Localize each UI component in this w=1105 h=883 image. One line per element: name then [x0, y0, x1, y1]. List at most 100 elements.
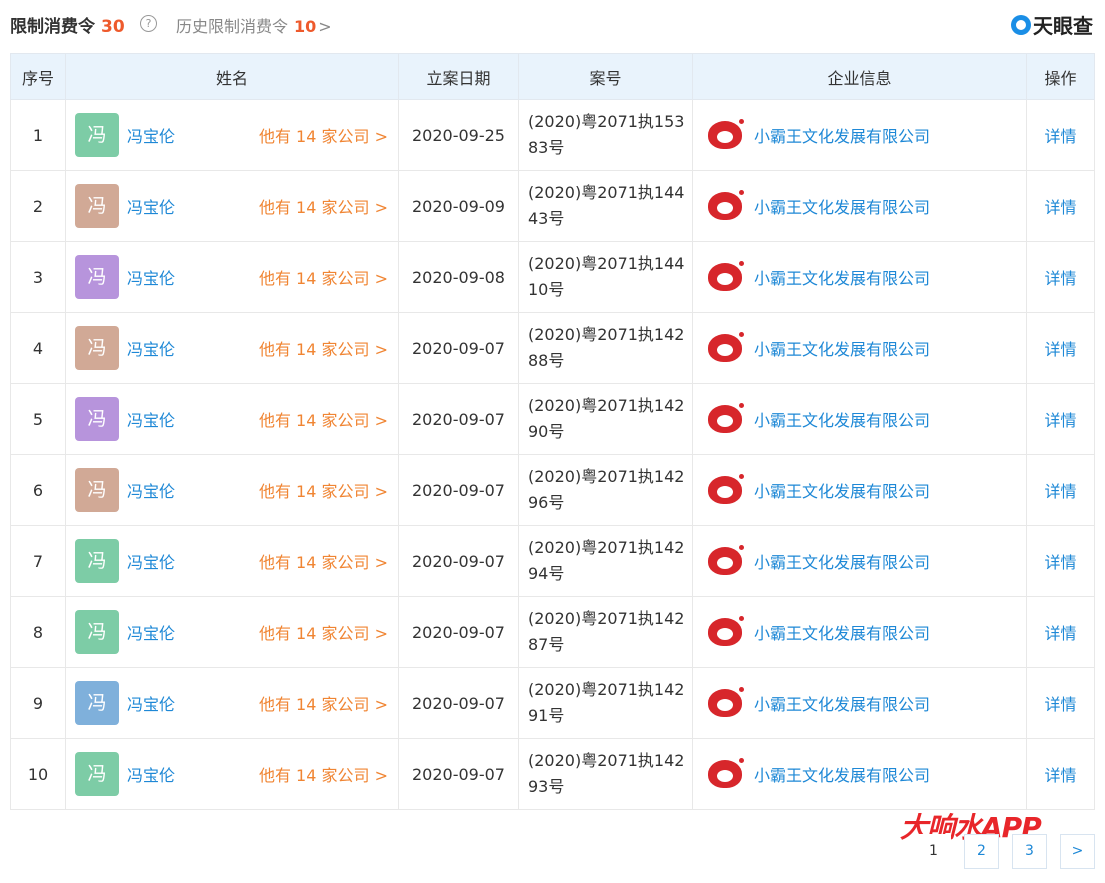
filing-date: 2020-09-08 [398, 241, 519, 313]
person-name-link[interactable]: 冯宝伦 [127, 407, 175, 431]
record-count: 30 [101, 17, 125, 37]
company-name-link[interactable]: 小霸王文化发展有限公司 [754, 691, 930, 715]
detail-link[interactable]: 详情 [1044, 198, 1076, 217]
row-index: 8 [10, 596, 66, 668]
company-name-link[interactable]: 小霸王文化发展有限公司 [754, 336, 930, 360]
name-cell: 冯 冯宝伦 他有 14 家公司 > [65, 383, 399, 455]
company-logo-icon [708, 403, 744, 435]
detail-link[interactable]: 详情 [1044, 695, 1076, 714]
detail-link[interactable]: 详情 [1044, 624, 1076, 643]
page-2-button[interactable]: 2 [964, 834, 999, 869]
filing-date: 2020-09-07 [398, 454, 519, 526]
company-count-link[interactable]: 他有 14 家公司 > [259, 549, 388, 573]
company-logo-icon [708, 190, 744, 222]
company-name-link[interactable]: 小霸王文化发展有限公司 [754, 762, 930, 786]
person-name-link[interactable]: 冯宝伦 [127, 691, 175, 715]
person-name-link[interactable]: 冯宝伦 [127, 123, 175, 147]
col-date: 立案日期 [398, 53, 519, 100]
action-cell: 详情 [1026, 383, 1095, 455]
detail-link[interactable]: 详情 [1044, 553, 1076, 572]
detail-link[interactable]: 详情 [1044, 127, 1076, 146]
row-index: 9 [10, 667, 66, 739]
company-logo-icon [708, 545, 744, 577]
company-count-link[interactable]: 他有 14 家公司 > [259, 336, 388, 360]
case-number-cell: (2020)粤2071执14287号 [518, 596, 693, 668]
table-row: 4 冯 冯宝伦 他有 14 家公司 > 2020-09-07 (2020)粤20… [10, 312, 1095, 384]
company-count-link[interactable]: 他有 14 家公司 > [259, 265, 388, 289]
person-name-link[interactable]: 冯宝伦 [127, 762, 175, 786]
case-number: (2020)粤2071执14287号 [528, 609, 685, 654]
company-name-link[interactable]: 小霸王文化发展有限公司 [754, 194, 930, 218]
person-name-link[interactable]: 冯宝伦 [127, 265, 175, 289]
company-cell: 小霸王文化发展有限公司 [692, 525, 1027, 597]
company-count-link[interactable]: 他有 14 家公司 > [259, 478, 388, 502]
company-logo-icon [708, 758, 744, 790]
row-index: 6 [10, 454, 66, 526]
page-current: 1 [916, 834, 951, 869]
company-count-link[interactable]: 他有 14 家公司 > [259, 691, 388, 715]
filing-date: 2020-09-07 [398, 312, 519, 384]
action-cell: 详情 [1026, 667, 1095, 739]
company-name-link[interactable]: 小霸王文化发展有限公司 [754, 265, 930, 289]
row-index: 5 [10, 383, 66, 455]
company-name-link[interactable]: 小霸王文化发展有限公司 [754, 407, 930, 431]
person-name-link[interactable]: 冯宝伦 [127, 620, 175, 644]
company-logo-icon [708, 119, 744, 151]
detail-link[interactable]: 详情 [1044, 411, 1076, 430]
col-name: 姓名 [65, 53, 399, 100]
col-case: 案号 [518, 53, 693, 100]
filing-date: 2020-09-09 [398, 170, 519, 242]
col-index: 序号 [10, 53, 66, 100]
company-logo-icon [708, 616, 744, 648]
person-name-link[interactable]: 冯宝伦 [127, 478, 175, 502]
next-page-button[interactable]: > [1060, 834, 1095, 869]
case-number: (2020)粤2071执14290号 [528, 396, 685, 441]
filing-date: 2020-09-07 [398, 525, 519, 597]
person-name-link[interactable]: 冯宝伦 [127, 194, 175, 218]
name-cell: 冯 冯宝伦 他有 14 家公司 > [65, 454, 399, 526]
case-number: (2020)粤2071执14293号 [528, 751, 685, 796]
row-index: 3 [10, 241, 66, 313]
filing-date: 2020-09-07 [398, 383, 519, 455]
company-name-link[interactable]: 小霸王文化发展有限公司 [754, 620, 930, 644]
brand-name: 天眼查 [1033, 14, 1093, 38]
case-number: (2020)粤2071执14291号 [528, 680, 685, 725]
company-logo-icon [708, 332, 744, 364]
header: 限制消费令 30 ? 历史限制消费令 10 > 天眼查 [10, 0, 1095, 48]
detail-link[interactable]: 详情 [1044, 766, 1076, 785]
help-icon[interactable]: ? [140, 15, 157, 32]
case-number-cell: (2020)粤2071执14293号 [518, 738, 693, 810]
detail-link[interactable]: 详情 [1044, 340, 1076, 359]
detail-link[interactable]: 详情 [1044, 269, 1076, 288]
page-title: 限制消费令 30 [10, 12, 125, 37]
avatar: 冯 [75, 397, 119, 441]
company-count-link[interactable]: 他有 14 家公司 > [259, 123, 388, 147]
person-name-link[interactable]: 冯宝伦 [127, 336, 175, 360]
company-cell: 小霸王文化发展有限公司 [692, 312, 1027, 384]
person-name-link[interactable]: 冯宝伦 [127, 549, 175, 573]
company-count-link[interactable]: 他有 14 家公司 > [259, 194, 388, 218]
avatar: 冯 [75, 752, 119, 796]
history-link[interactable]: 历史限制消费令 10 > [176, 13, 332, 37]
company-count-link[interactable]: 他有 14 家公司 > [259, 407, 388, 431]
detail-link[interactable]: 详情 [1044, 482, 1076, 501]
company-cell: 小霸王文化发展有限公司 [692, 738, 1027, 810]
name-cell: 冯 冯宝伦 他有 14 家公司 > [65, 525, 399, 597]
company-count-link[interactable]: 他有 14 家公司 > [259, 762, 388, 786]
company-cell: 小霸王文化发展有限公司 [692, 596, 1027, 668]
action-cell: 详情 [1026, 525, 1095, 597]
case-number: (2020)粤2071执14296号 [528, 467, 685, 512]
page-3-button[interactable]: 3 [1012, 834, 1047, 869]
company-cell: 小霸王文化发展有限公司 [692, 170, 1027, 242]
case-number-cell: (2020)粤2071执14296号 [518, 454, 693, 526]
chevron-right-icon: > [318, 17, 332, 36]
company-cell: 小霸王文化发展有限公司 [692, 241, 1027, 313]
company-name-link[interactable]: 小霸王文化发展有限公司 [754, 123, 930, 147]
company-name-link[interactable]: 小霸王文化发展有限公司 [754, 478, 930, 502]
filing-date: 2020-09-07 [398, 596, 519, 668]
company-name-link[interactable]: 小霸王文化发展有限公司 [754, 549, 930, 573]
title-text: 限制消费令 [10, 17, 95, 37]
history-count: 10 [294, 17, 317, 36]
company-logo-icon [708, 261, 744, 293]
company-count-link[interactable]: 他有 14 家公司 > [259, 620, 388, 644]
